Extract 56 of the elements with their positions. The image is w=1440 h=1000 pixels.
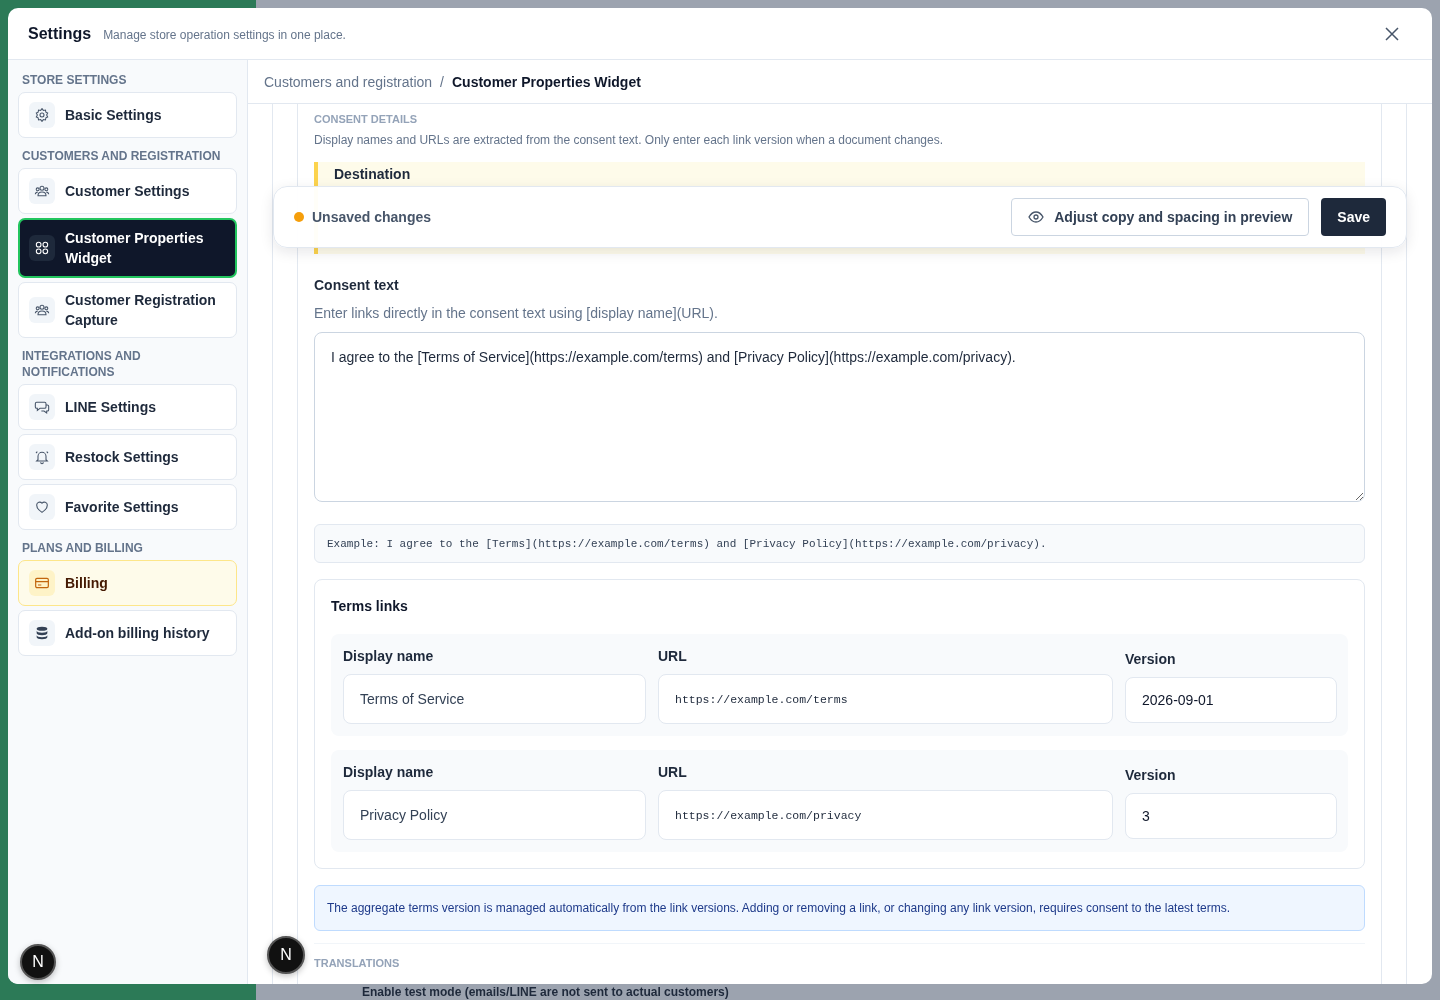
input-field[interactable]: https://example.com/privacy (658, 790, 1113, 840)
heart-icon (34, 499, 50, 515)
group-heading: INTEGRATIONS AND NOTIFICATIONS (21, 348, 142, 380)
users-icon (34, 183, 50, 199)
credit-card-icon (34, 575, 50, 591)
input-field[interactable]: https://example.com/terms (658, 674, 1113, 724)
sidebar-item[interactable]: Customer Settings (18, 168, 237, 214)
section-description: Display names and URLs are extracted from the consent text. Only enter each link version when a document changes. (314, 132, 944, 148)
status-dot (294, 212, 304, 222)
dialog-title: Settings (28, 24, 92, 43)
info-message: The aggregate terms version is managed automatically from the link versions. Adding or removing a link, or changing any link version, requires consent to the latest terms. (314, 885, 1365, 931)
input-field[interactable]: 2026-09-01 (1125, 677, 1337, 723)
input-field[interactable]: Terms of Service (343, 674, 646, 724)
field-label: Display name (343, 763, 435, 782)
sidebar-item[interactable]: Customer Registration Capture (18, 282, 237, 338)
database-icon (34, 625, 50, 641)
section-heading: TRANSLATIONS (314, 956, 401, 970)
status-text: Unsaved changes (312, 209, 432, 225)
sidebar-item[interactable]: Favorite Settings (18, 484, 237, 530)
chat-icon (34, 399, 50, 415)
group-heading: PLANS AND BILLING (21, 540, 144, 556)
grid-icon (34, 240, 50, 256)
sidebar-item[interactable]: Basic Settings (18, 92, 237, 138)
section-heading: CONSENT DETAILS (314, 112, 419, 126)
callout-title: Destination (334, 166, 412, 182)
field-label: URL (658, 763, 688, 782)
field-label: Version (1125, 650, 1177, 669)
preview-button[interactable]: Adjust copy and spacing in preview (1011, 198, 1310, 236)
input-field[interactable]: 3 (1125, 793, 1337, 839)
breadcrumb-link[interactable]: Customers and registration (264, 73, 433, 90)
field-hint: Enter links directly in the consent text using [display name](URL). (314, 304, 719, 322)
group-heading: STORE SETTINGS (21, 72, 128, 88)
eye-icon (1028, 211, 1045, 223)
sidebar-item[interactable]: Add-on billing history (18, 610, 237, 656)
input-field[interactable]: Privacy Policy (343, 790, 646, 840)
field-label: Version (1125, 766, 1177, 785)
users-icon (34, 302, 50, 318)
gear-icon (34, 107, 50, 123)
close-icon (1384, 25, 1400, 42)
bell-icon (34, 449, 50, 465)
example-text: Example: I agree to the [Terms](https://example.com/terms) and [Privacy Policy](https://example.com/privacy). (314, 524, 1365, 563)
sidebar-item[interactable]: Customer Properties Widget (18, 218, 237, 278)
breadcrumb-separator: / (440, 73, 444, 90)
breadcrumb-current: Customer Properties Widget (451, 73, 641, 90)
consent-text-field[interactable]: I agree to the [Terms of Service](https://example.com/terms) and [Privacy Policy](https://example.com/privacy). (314, 332, 1365, 502)
group-heading: CUSTOMERS AND REGISTRATION (21, 148, 222, 164)
field-label: Consent text (314, 276, 400, 294)
background-text: Enable test mode (emails/LINE are not sent to actual customers) (362, 985, 729, 999)
card-title: Terms links (331, 597, 409, 616)
sidebar-item[interactable]: Restock Settings (18, 434, 237, 480)
field-label: Display name (343, 647, 435, 666)
sidebar-item[interactable]: Billing (18, 560, 237, 606)
sidebar-item[interactable]: LINE Settings (18, 384, 237, 430)
field-label: URL (658, 647, 688, 666)
dialog-subtitle: Manage store operation settings in one place. (103, 28, 346, 42)
save-button[interactable]: Save (1321, 198, 1386, 236)
